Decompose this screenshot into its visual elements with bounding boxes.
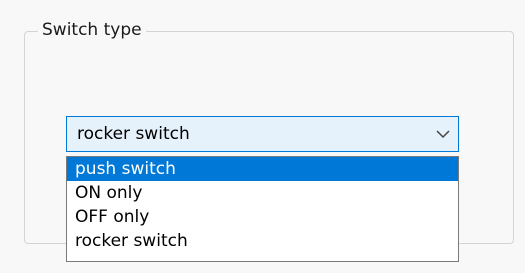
switch-type-combobox[interactable]: rocker switch	[66, 116, 459, 152]
option-off-only[interactable]: OFF only	[67, 205, 458, 229]
combobox-value: rocker switch	[77, 124, 190, 144]
chevron-down-icon[interactable]	[428, 117, 458, 151]
group-title: Switch type	[38, 20, 146, 40]
option-on-only[interactable]: ON only	[67, 181, 458, 205]
switch-type-panel: Switch type rocker switch push switch ON…	[0, 0, 525, 273]
option-rocker-switch[interactable]: rocker switch	[67, 229, 458, 253]
switch-type-dropdown-list: push switch ON only OFF only rocker swit…	[66, 156, 459, 262]
option-push-switch[interactable]: push switch	[67, 157, 458, 181]
